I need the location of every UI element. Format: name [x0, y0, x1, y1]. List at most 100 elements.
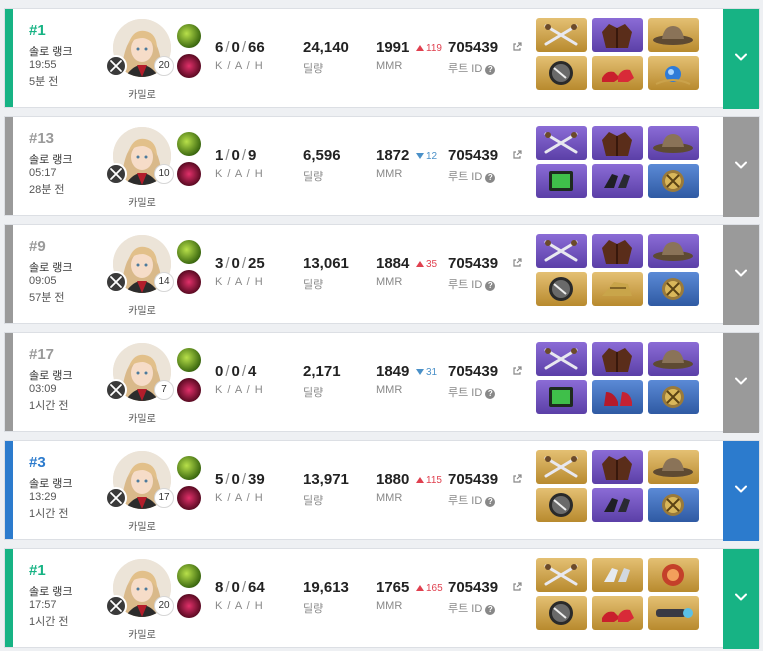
external-link-icon[interactable] [512, 366, 524, 378]
expand-button[interactable] [723, 117, 759, 217]
sub-trait-icon[interactable] [177, 162, 201, 186]
hat-icon[interactable] [648, 126, 699, 160]
route-id-value[interactable]: 705439 [448, 147, 498, 164]
mmr-change-arrow-icon [416, 583, 424, 594]
dual-swords-icon[interactable] [536, 342, 587, 376]
red-shoes-icon[interactable] [592, 56, 643, 90]
external-link-icon[interactable] [512, 150, 524, 162]
gloves-icon[interactable] [592, 164, 643, 198]
main-trait-icon[interactable] [177, 24, 201, 48]
white-gloves-icon[interactable] [592, 558, 643, 592]
kda-separator: / [225, 363, 230, 380]
dual-swords-icon[interactable] [536, 234, 587, 268]
sub-trait-icon[interactable] [177, 594, 201, 618]
sub-trait-icon[interactable] [177, 378, 201, 402]
question-circle-icon[interactable]: ? [485, 65, 496, 75]
hat-icon[interactable] [648, 18, 699, 52]
hat-icon[interactable] [648, 342, 699, 376]
jacket-icon[interactable] [592, 450, 643, 484]
dual-swords-icon[interactable] [536, 558, 587, 592]
main-trait-icon[interactable] [177, 456, 201, 480]
character-name: 카밀로 [128, 90, 156, 101]
gloves-icon[interactable] [592, 488, 643, 522]
hat-icon[interactable] [648, 450, 699, 484]
jacket-icon[interactable] [592, 126, 643, 160]
match-card[interactable]: #1 솔로 랭크 17:57 1시간 전 20 카밀로 8/0/64 K / A… [4, 548, 760, 649]
disc-icon[interactable] [536, 488, 587, 522]
jacket-icon[interactable] [592, 234, 643, 268]
emblem-icon[interactable] [648, 488, 699, 522]
sub-trait-icon[interactable] [177, 54, 201, 78]
emblem-icon[interactable] [648, 164, 699, 198]
result-stripe [5, 225, 13, 323]
character-name: 카밀로 [128, 198, 156, 209]
kills-value: 1 [215, 147, 224, 164]
match-card[interactable]: #13 솔로 랭크 05:17 28분 전 10 카밀로 1/0/9 K / A… [4, 116, 760, 217]
route-id-value[interactable]: 705439 [448, 255, 498, 272]
jacket-icon[interactable] [592, 342, 643, 376]
character-name: 카밀로 [128, 522, 156, 533]
disc-icon[interactable] [536, 596, 587, 630]
route-id-value[interactable]: 705439 [448, 363, 498, 380]
red-shoes-icon[interactable] [592, 596, 643, 630]
result-stripe [5, 9, 13, 107]
external-link-icon[interactable] [512, 258, 524, 270]
external-link-icon[interactable] [512, 582, 524, 594]
route-id-label-text: 루트 ID [448, 63, 483, 75]
mmr-value: 1872 [376, 147, 410, 164]
character-level: 7 [154, 380, 174, 400]
expand-button[interactable] [723, 225, 759, 325]
sub-trait-icon[interactable] [177, 270, 201, 294]
main-trait-icon[interactable] [177, 132, 201, 156]
match-card[interactable]: #1 솔로 랭크 19:55 5분 전 20 카밀로 6/0/66 K / A … [4, 8, 760, 109]
dual-swords-icon[interactable] [536, 18, 587, 52]
dual-swords-icon[interactable] [536, 450, 587, 484]
emblem-icon[interactable] [648, 272, 699, 306]
damage-label: 딜량 [303, 387, 324, 399]
disc-icon[interactable] [536, 56, 587, 90]
question-circle-icon[interactable]: ? [485, 173, 496, 183]
expand-button[interactable] [723, 9, 759, 109]
expand-button[interactable] [723, 441, 759, 541]
main-trait-icon[interactable] [177, 240, 201, 264]
hat-icon[interactable] [648, 234, 699, 268]
character-name: 카밀로 [128, 630, 156, 641]
expand-button[interactable] [723, 333, 759, 433]
route-id-value[interactable]: 705439 [448, 471, 498, 488]
match-duration: 09:05 [29, 275, 57, 287]
main-trait-icon[interactable] [177, 348, 201, 372]
gauntlet-icon[interactable] [592, 272, 643, 306]
jacket-icon[interactable] [592, 18, 643, 52]
question-circle-icon[interactable]: ? [485, 281, 496, 291]
kda-separator: / [225, 579, 230, 596]
kda-value: 3/0/25 [215, 255, 265, 272]
match-rank: #13 [29, 130, 55, 147]
route-id-value[interactable]: 705439 [448, 579, 498, 596]
red-hat-icon[interactable] [648, 558, 699, 592]
match-card[interactable]: #9 솔로 랭크 09:05 57분 전 14 카밀로 3/0/25 K / A… [4, 224, 760, 325]
device-icon[interactable] [536, 164, 587, 198]
question-circle-icon[interactable]: ? [485, 389, 496, 399]
scope-icon[interactable] [648, 596, 699, 630]
sub-trait-icon[interactable] [177, 486, 201, 510]
external-link-icon[interactable] [512, 474, 524, 486]
emblem-icon[interactable] [648, 380, 699, 414]
kda-value: 8/0/64 [215, 579, 265, 596]
match-time-ago: 57분 전 [29, 292, 65, 304]
route-id-value[interactable]: 705439 [448, 39, 498, 56]
main-trait-icon[interactable] [177, 564, 201, 588]
question-circle-icon[interactable]: ? [485, 605, 496, 615]
kda-separator: / [225, 471, 230, 488]
mmr-label: MMR [376, 276, 403, 288]
disc-icon[interactable] [536, 272, 587, 306]
match-card[interactable]: #17 솔로 랭크 03:09 1시간 전 7 카밀로 0/0/4 K / A … [4, 332, 760, 433]
heels-icon[interactable] [592, 380, 643, 414]
route-id-label-text: 루트 ID [448, 171, 483, 183]
expand-button[interactable] [723, 549, 759, 649]
device-icon[interactable] [536, 380, 587, 414]
match-card[interactable]: #3 솔로 랭크 13:29 1시간 전 17 카밀로 5/0/39 K / A… [4, 440, 760, 541]
blue-gem-icon[interactable] [648, 56, 699, 90]
external-link-icon[interactable] [512, 42, 524, 54]
question-circle-icon[interactable]: ? [485, 497, 496, 507]
dual-swords-icon[interactable] [536, 126, 587, 160]
